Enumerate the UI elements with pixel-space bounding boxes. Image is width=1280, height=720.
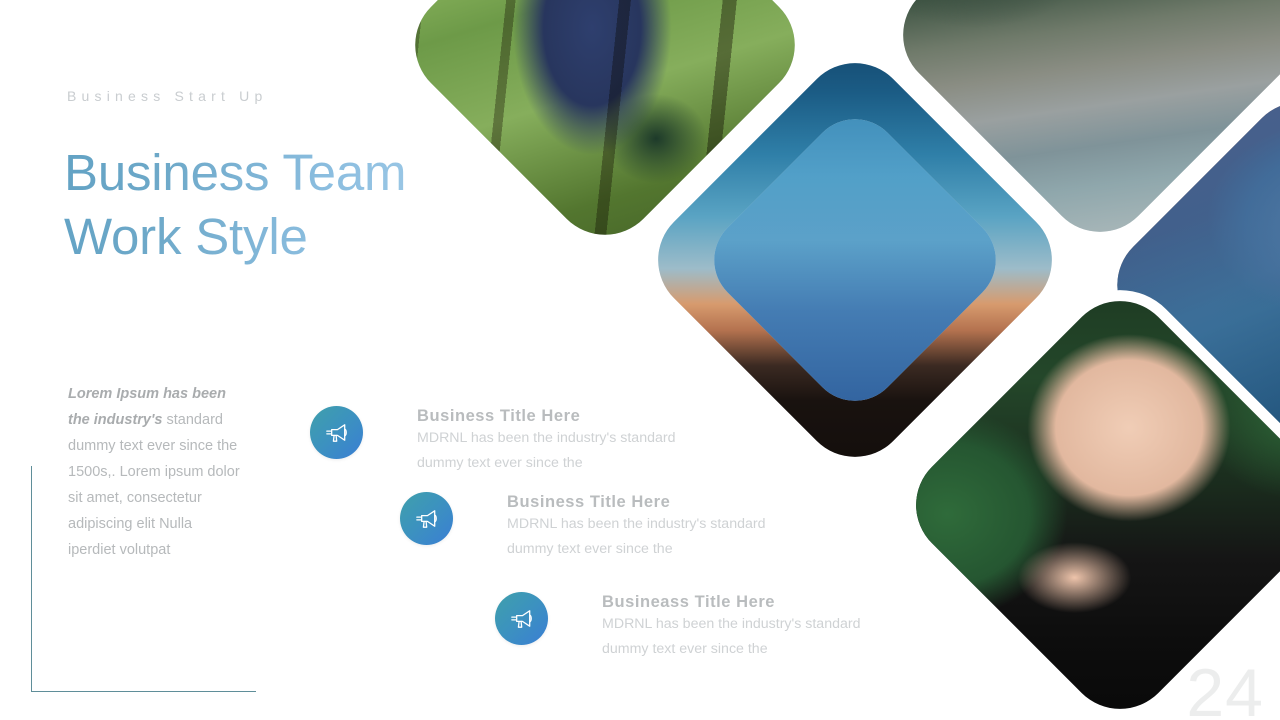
feature-title: Business Title Here	[417, 407, 581, 425]
page-title: Business Team Work Style	[64, 141, 424, 269]
feature-item[interactable]: Business Title Here MDRNL has been the i…	[400, 492, 792, 562]
page-number: 24	[1186, 655, 1264, 720]
feature-item[interactable]: Busineass Title Here MDRNL has been the …	[495, 592, 887, 662]
feature-text: Business Title Here MDRNL has been the i…	[507, 492, 792, 562]
megaphone-icon	[400, 492, 453, 545]
feature-text: Business Title Here MDRNL has been the i…	[417, 406, 702, 476]
feature-title: Business Title Here	[507, 493, 671, 511]
feature-item[interactable]: Business Title Here MDRNL has been the i…	[310, 406, 702, 476]
slide-canvas: Business Start Up Business Team Work Sty…	[0, 0, 1280, 720]
megaphone-icon	[310, 406, 363, 459]
feature-title: Busineass Title Here	[602, 593, 776, 611]
photo-center-blue-overlay-fill	[695, 100, 1015, 420]
slide-eyebrow: Business Start Up	[67, 88, 268, 104]
megaphone-icon	[495, 592, 548, 645]
feature-description: MDRNL has been the industry's standard d…	[507, 516, 766, 557]
feature-description: MDRNL has been the industry's standard d…	[602, 616, 861, 657]
photo-center-blue-overlay	[695, 100, 1015, 420]
feature-text: Busineass Title Here MDRNL has been the …	[602, 592, 887, 662]
decorative-corner-rule	[31, 466, 256, 692]
feature-description: MDRNL has been the industry's standard d…	[417, 430, 676, 471]
